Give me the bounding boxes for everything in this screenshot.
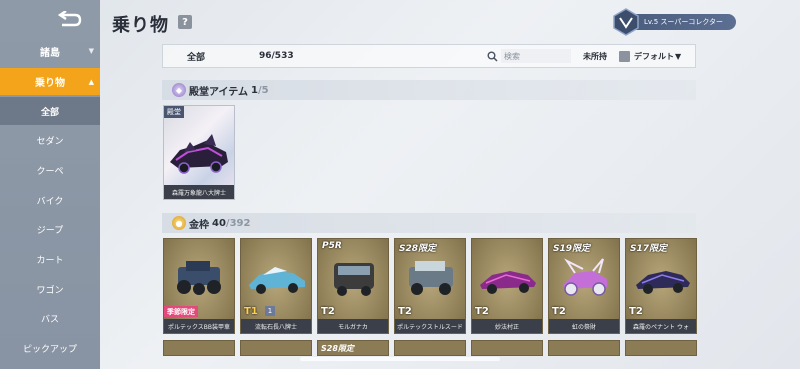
- filter-category-label: 全部: [187, 52, 206, 63]
- vehicle-card[interactable]: T2 妙法村正: [471, 238, 543, 334]
- rank-emblem-icon: [613, 8, 639, 36]
- back-button[interactable]: [54, 8, 84, 34]
- sort-label: 諸島: [40, 47, 60, 59]
- gold-section-header: ● 金枠 40/392: [162, 213, 696, 233]
- vehicle-card[interactable]: [471, 340, 543, 356]
- rank-label: Lv.5 スーパーコレクター: [626, 14, 736, 30]
- sidebar-item-wagon[interactable]: ワゴン: [0, 274, 100, 304]
- vehicle-name: 流転石長八牌士: [241, 319, 311, 333]
- tier-label: T2: [629, 306, 643, 317]
- vehicle-name: 妙法村正: [472, 319, 542, 333]
- search-input[interactable]: [501, 49, 571, 63]
- gold-count-owned: 40: [212, 217, 226, 229]
- vehicle-card[interactable]: [163, 340, 235, 356]
- sidebar-item-sedan[interactable]: セダン: [0, 126, 100, 156]
- sidebar: 諸島 ▼ 乗り物 ▲ 全部 セダン クーペ バイク ジープ カート ワゴン バス…: [0, 0, 100, 369]
- sort-dropdown[interactable]: 諸島 ▼: [0, 40, 100, 62]
- unowned-checkbox[interactable]: [619, 50, 630, 62]
- tier-label: T2: [398, 306, 412, 317]
- vehicle-card[interactable]: S19限定 T2 虹の祭財: [548, 238, 620, 334]
- search-box[interactable]: [487, 45, 579, 67]
- vehicle-name: モルガナカ: [318, 319, 388, 333]
- sidebar-item-kart[interactable]: カート: [0, 245, 100, 275]
- owned-count: 96/533: [259, 51, 294, 61]
- collector-rank-badge[interactable]: Lv.5 スーパーコレクター: [612, 8, 736, 36]
- vehicle-card[interactable]: T1 1 流転石長八牌士: [240, 238, 312, 334]
- tier-label: T2: [552, 306, 566, 317]
- vehicle-image: [409, 261, 453, 295]
- scrollbar[interactable]: [300, 357, 500, 361]
- filter-bar: 全部 96/533 未所持 デフォルト▼: [162, 44, 696, 68]
- gold-count-total: /392: [225, 217, 251, 229]
- hall-icon: ◆: [172, 83, 186, 97]
- sidebar-item-pickup[interactable]: ピックアップ: [0, 334, 100, 364]
- vehicle-image: [170, 134, 228, 174]
- vehicle-card[interactable]: [240, 340, 312, 356]
- vehicle-card[interactable]: S28限定 T2 ポルテックストルスード: [394, 238, 466, 334]
- vehicle-card[interactable]: S17限定 T2 森羅のペナント ウォ: [625, 238, 697, 334]
- help-icon[interactable]: ?: [178, 15, 192, 29]
- vehicle-name: ポルテックストルスード: [395, 319, 465, 333]
- vehicle-image: [636, 271, 690, 294]
- limited-label: S28限定: [321, 344, 354, 353]
- sort-default-label: デフォルト: [634, 51, 674, 61]
- sidebar-item-coupe[interactable]: クーペ: [0, 156, 100, 186]
- sidebar-item-vehicles[interactable]: 乗り物 ▲: [0, 68, 100, 95]
- sidebar-list: セダン クーペ バイク ジープ カート ワゴン バス ピックアップ: [0, 126, 100, 364]
- hall-count-total: /5: [257, 84, 269, 96]
- vehicle-image: [249, 267, 305, 294]
- vehicle-card[interactable]: [394, 340, 466, 356]
- vehicle-image: [334, 263, 374, 296]
- chevron-down-icon: ▼: [88, 47, 94, 55]
- vehicle-image: [177, 261, 221, 295]
- page-title: 乗り物: [112, 15, 169, 36]
- search-icon: [487, 51, 498, 62]
- chevron-up-icon: ▲: [88, 77, 94, 86]
- vehicle-card[interactable]: 季節限定 ポルテックスBB装甲車: [163, 238, 235, 334]
- sidebar-item-bus[interactable]: バス: [0, 304, 100, 334]
- tier-label: T2: [475, 306, 489, 317]
- hall-section-header: ◆ 殿堂アイテム 1/5: [162, 80, 696, 100]
- sidebar-active-label: 乗り物: [35, 78, 65, 89]
- unowned-filter-label: 未所持: [583, 51, 607, 61]
- vehicle-card[interactable]: P5R T2 モルガナカ: [317, 238, 389, 334]
- vehicle-name: ポルテックスBB装甲車: [164, 319, 234, 333]
- sidebar-item-jeep[interactable]: ジープ: [0, 215, 100, 245]
- seasonal-ribbon: 季節限定: [164, 306, 198, 317]
- rank-icon: 1: [265, 306, 275, 316]
- vehicle-image: [563, 258, 607, 296]
- vehicle-card[interactable]: [548, 340, 620, 356]
- tier-label: T2: [321, 306, 335, 317]
- vehicle-card[interactable]: S28限定: [317, 340, 389, 356]
- back-icon: [57, 11, 82, 27]
- vehicle-card[interactable]: [625, 340, 697, 356]
- hall-section-title: 殿堂アイテム: [189, 86, 248, 98]
- gold-section-title: 金枠: [189, 219, 209, 231]
- hall-tag: 殿堂: [164, 106, 184, 118]
- chevron-down-icon: ▼: [675, 51, 682, 61]
- tier-label: T1: [244, 306, 258, 317]
- vehicle-card[interactable]: 殿堂 森羅万象龍八大牌士: [163, 105, 235, 200]
- vehicle-name: 森羅万象龍八大牌士: [164, 185, 234, 199]
- vehicle-name: 森羅のペナント ウォ: [626, 319, 696, 333]
- sidebar-sub-label: 全部: [40, 107, 59, 118]
- sort-default-dropdown[interactable]: デフォルト▼: [634, 51, 681, 62]
- vehicle-name: 虹の祭財: [549, 319, 619, 333]
- vehicle-image: [480, 271, 536, 294]
- sidebar-subitem-all[interactable]: 全部: [0, 97, 100, 125]
- gold-icon: ●: [172, 216, 186, 230]
- collab-logo: P5R: [322, 241, 342, 251]
- sidebar-item-bike[interactable]: バイク: [0, 185, 100, 215]
- hall-count-owned: 1: [251, 84, 258, 96]
